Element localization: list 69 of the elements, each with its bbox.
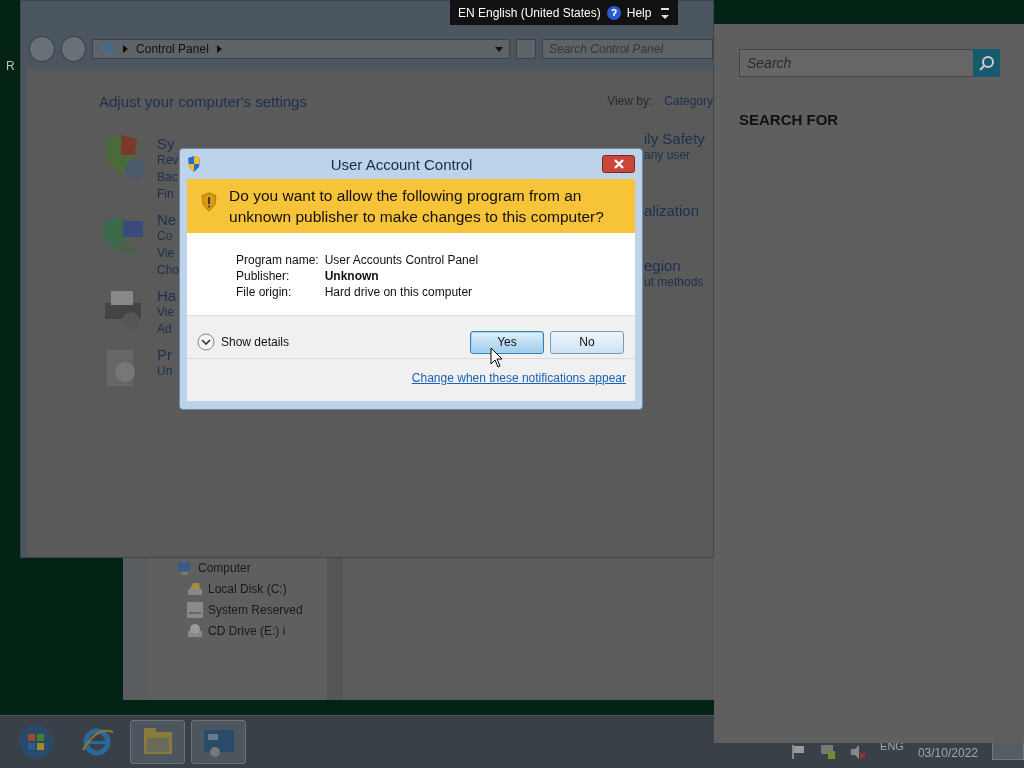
desktop-icon-label[interactable]: R <box>6 59 15 73</box>
scrollbar[interactable] <box>327 558 341 700</box>
section-heading: SEARCH FOR <box>739 111 840 128</box>
tree-item[interactable]: Computer <box>198 561 251 575</box>
close-icon <box>613 159 624 169</box>
dialog-button[interactable]: No <box>550 330 624 354</box>
address-bar[interactable]: Control Panel <box>92 39 511 59</box>
task-link[interactable]: ut methods <box>644 274 705 291</box>
tree-item[interactable]: System Reserved <box>208 603 303 617</box>
task-link[interactable]: Ad <box>157 321 177 338</box>
category-title[interactable]: Ne <box>157 211 179 228</box>
task-link[interactable]: Un <box>157 363 173 380</box>
search-button[interactable] <box>973 49 1000 77</box>
search-field[interactable]: Search <box>739 49 973 77</box>
detail-label: Program name: <box>236 253 319 267</box>
task-link[interactable]: Rev <box>157 152 179 169</box>
detail-label: Publisher: <box>236 269 291 283</box>
volume-muted-icon[interactable] <box>850 744 867 760</box>
help-link[interactable]: Help <box>626 5 654 20</box>
settings-link[interactable]: Change when these notifications appear <box>411 371 626 385</box>
category-title[interactable]: Sy <box>157 135 179 152</box>
chevron-down-icon[interactable] <box>197 333 215 351</box>
breadcrumb[interactable]: Control Panel <box>136 42 209 56</box>
dialog-button[interactable]: Yes <box>470 330 544 354</box>
task-link[interactable]: Vie <box>157 304 177 321</box>
shield-icon <box>187 156 201 172</box>
search-icon <box>978 55 995 71</box>
flag-icon[interactable] <box>790 744 807 760</box>
view-by-link[interactable]: Category <box>664 94 713 108</box>
help-icon[interactable] <box>606 5 621 20</box>
refresh-button[interactable] <box>516 39 536 59</box>
task-link[interactable]: Cho <box>157 262 179 279</box>
chevron-right-icon[interactable] <box>216 45 222 53</box>
cd-drive-icon <box>187 623 203 639</box>
clock-date[interactable]: 03/10/2022 <box>917 746 978 760</box>
language-selector[interactable]: EN English (United States) <box>458 5 601 20</box>
category-title[interactable]: alization <box>644 202 705 219</box>
detail-value: Unknown <box>324 269 380 283</box>
prompt-text: Do you want to allow the following program from an unknown publisher to make changes to this computer? <box>229 186 605 227</box>
dropdown-icon[interactable] <box>495 46 504 52</box>
taskbar-button[interactable] <box>191 720 246 764</box>
drive-icon <box>187 581 203 597</box>
task-link[interactable]: Fin <box>157 186 179 203</box>
back-button[interactable] <box>29 36 55 62</box>
window-title: User Account Control <box>329 155 474 173</box>
mouse-pointer-icon <box>490 347 504 368</box>
chevron-right-icon[interactable] <box>123 45 129 53</box>
drive-icon <box>187 602 203 618</box>
tree-item[interactable]: Local Disk (C:) <box>208 582 287 596</box>
task-link[interactable]: Co <box>157 228 179 245</box>
task-link[interactable]: any user <box>644 147 705 164</box>
category-title[interactable]: ily Safety <box>644 130 705 147</box>
taskbar-button[interactable] <box>130 720 185 764</box>
computer-icon <box>177 560 193 576</box>
close-button[interactable] <box>602 155 635 173</box>
task-link[interactable]: Bac <box>157 169 179 186</box>
detail-label: File origin: <box>236 285 293 299</box>
start-button[interactable] <box>17 724 54 760</box>
category-title[interactable]: Pr <box>157 346 173 363</box>
detail-value: Hard drive on this computer <box>324 285 474 299</box>
show-details-link[interactable]: Show details <box>221 335 464 349</box>
task-link[interactable]: Vie <box>157 245 179 262</box>
detail-value: User Accounts Control Panel <box>324 253 479 267</box>
control-panel-icon <box>99 42 116 56</box>
network-icon[interactable] <box>820 744 837 760</box>
category-title[interactable]: egion <box>644 257 705 274</box>
category-title[interactable]: Ha <box>157 287 177 304</box>
page-heading: Adjust your computer's settings <box>99 92 308 110</box>
forward-button[interactable] <box>60 36 87 62</box>
